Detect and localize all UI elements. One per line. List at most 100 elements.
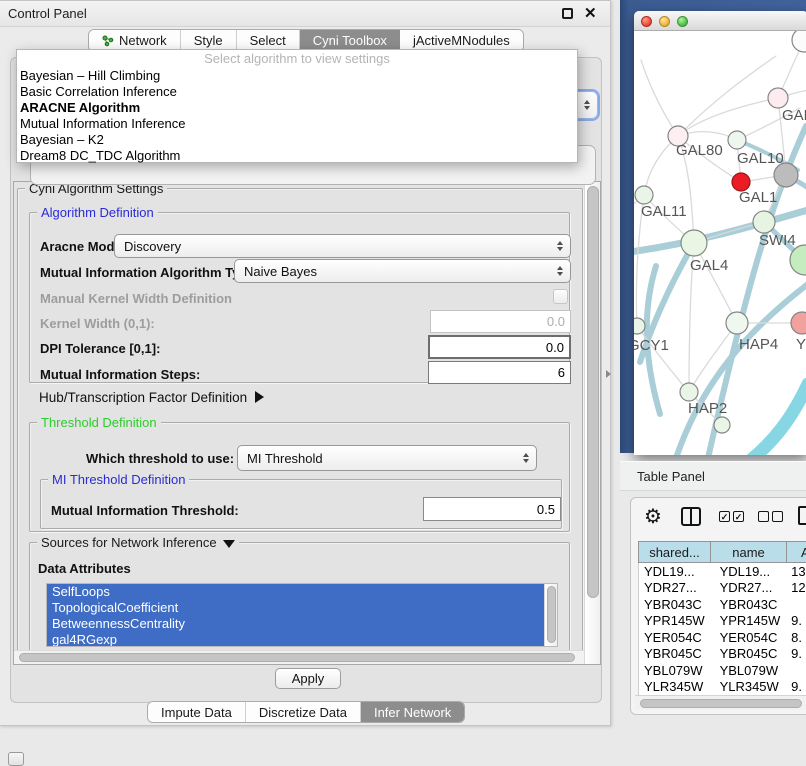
- attribute-item[interactable]: TopologicalCoefficient: [47, 600, 557, 616]
- network-node[interactable]: [634, 318, 645, 334]
- tab-jactivemnodules[interactable]: jActiveMNodules: [400, 30, 523, 51]
- close-traffic-light-icon[interactable]: [641, 16, 652, 27]
- data-attributes-list[interactable]: SelfLoopsTopologicalCoefficientBetweenne…: [46, 583, 558, 647]
- table-row[interactable]: YBR043CYBR043C: [639, 596, 806, 613]
- network-node[interactable]: [680, 383, 698, 401]
- kernel-width-field[interactable]: 0.0: [430, 310, 571, 333]
- minimize-traffic-light-icon[interactable]: [659, 16, 670, 27]
- aracne-mode-value: Discovery: [124, 239, 181, 254]
- algorithm-option[interactable]: Mutual Information Inference: [17, 116, 577, 132]
- document-icon[interactable]: [798, 506, 806, 525]
- network-node[interactable]: [726, 312, 748, 334]
- network-node[interactable]: [791, 312, 806, 334]
- scrollbar-thumb[interactable]: [547, 586, 556, 643]
- column-header-partial[interactable]: A: [787, 541, 806, 563]
- network-node[interactable]: [635, 186, 653, 204]
- zoom-traffic-light-icon[interactable]: [677, 16, 688, 27]
- table-row[interactable]: YLR345WYLR345W9.: [639, 679, 806, 696]
- tab-infer-network[interactable]: Infer Network: [361, 702, 464, 722]
- settings-vertical-scrollbar[interactable]: [584, 182, 600, 664]
- column-header-shared-name[interactable]: shared...: [638, 541, 711, 563]
- table-panel-title: Table Panel: [637, 462, 705, 492]
- tab-network[interactable]: Network: [89, 30, 181, 51]
- scrollbar-thumb[interactable]: [640, 699, 802, 708]
- manual-kernel-checkbox[interactable]: [553, 289, 568, 304]
- network-edge[interactable]: [641, 60, 678, 136]
- algorithm-option[interactable]: Basic Correlation Inference: [17, 84, 577, 100]
- network-node[interactable]: [753, 211, 775, 233]
- network-edge[interactable]: [694, 243, 737, 323]
- close-icon[interactable]: ✕: [584, 4, 597, 24]
- column-header-name[interactable]: name: [711, 541, 787, 563]
- table-cell: YBL079W: [715, 663, 787, 678]
- sources-toggle[interactable]: Sources for Network Inference: [37, 535, 239, 550]
- split-pane-collapse-icon[interactable]: [606, 370, 611, 378]
- combo-stepper-icon: [523, 453, 529, 463]
- unchecked-box-icon: [758, 511, 769, 522]
- network-node[interactable]: [728, 131, 746, 149]
- tab-label: Discretize Data: [259, 705, 347, 720]
- float-window-icon[interactable]: [562, 8, 573, 19]
- data-attributes-label: Data Attributes: [38, 561, 131, 576]
- tab-label: Cyni Toolbox: [313, 33, 387, 48]
- attributes-scrollbar[interactable]: [544, 584, 557, 646]
- which-threshold-combo[interactable]: MI Threshold: [237, 445, 537, 471]
- table-row[interactable]: YBR045CYBR045C9.: [639, 646, 806, 663]
- table-cell: YBR043C: [715, 597, 787, 612]
- select-all-checkboxes-icon[interactable]: ✓ ✓: [719, 511, 744, 522]
- hub-definition-toggle[interactable]: Hub/Transcription Factor Definition: [39, 390, 264, 405]
- dpi-tolerance-field[interactable]: 0.0: [428, 335, 571, 359]
- algorithm-option[interactable]: Dream8 DC_TDC Algorithm: [17, 148, 577, 164]
- tab-cyni-toolbox[interactable]: Cyni Toolbox: [300, 30, 400, 51]
- mi-algorithm-type-combo[interactable]: Naive Bayes: [234, 259, 571, 283]
- network-edge[interactable]: [678, 98, 778, 136]
- clipped-panel-icon[interactable]: [8, 752, 24, 766]
- scrollbar-thumb[interactable]: [587, 186, 599, 598]
- bottom-tabbar: Impute Data Discretize Data Infer Networ…: [147, 701, 465, 723]
- scrollbar-thumb[interactable]: [19, 653, 575, 662]
- table-row[interactable]: YBL079WYBL079W: [639, 662, 806, 679]
- table-row[interactable]: YDR27...YDR27...12: [639, 580, 806, 597]
- network-node-label: GAL80: [676, 142, 723, 159]
- network-node-label: Y: [796, 336, 806, 353]
- algorithm-option[interactable]: ARACNE Algorithm: [17, 100, 577, 116]
- network-node-label: HAP2: [688, 400, 727, 417]
- network-node[interactable]: [714, 417, 730, 433]
- mi-threshold-definition-group: MI Threshold Definition Mutual Informati…: [40, 479, 562, 529]
- table-row[interactable]: YPR145WYPR145W9.: [639, 613, 806, 630]
- tab-select[interactable]: Select: [237, 30, 300, 51]
- combo-stepper-icon: [557, 241, 563, 251]
- tab-style[interactable]: Style: [181, 30, 237, 51]
- network-node-label: GAL1: [739, 189, 777, 206]
- algorithm-option[interactable]: Bayesian – K2: [17, 132, 577, 148]
- table-row[interactable]: YDL19...YDL19...13: [639, 563, 806, 580]
- mi-threshold-field[interactable]: 0.5: [423, 497, 561, 521]
- network-graph[interactable]: GALGAL80GAL10GAL1GAL11SWI4GAL4GCY1HAP4YH…: [634, 31, 806, 455]
- settings-horizontal-scrollbar[interactable]: [14, 650, 584, 664]
- network-edge[interactable]: [678, 56, 776, 136]
- control-panel-title: Control Panel: [8, 1, 87, 27]
- table-horizontal-scrollbar[interactable]: [635, 695, 806, 710]
- network-node[interactable]: [792, 31, 806, 52]
- mi-steps-field[interactable]: 6: [428, 361, 571, 384]
- attribute-item[interactable]: SelfLoops: [47, 584, 557, 600]
- network-edge[interactable]: [637, 326, 689, 392]
- attribute-item[interactable]: BetweennessCentrality: [47, 616, 557, 632]
- tab-impute-data[interactable]: Impute Data: [148, 702, 246, 722]
- tab-discretize-data[interactable]: Discretize Data: [246, 702, 361, 722]
- network-node[interactable]: [768, 88, 788, 108]
- network-edge[interactable]: [746, 384, 806, 455]
- attribute-item[interactable]: gal4RGexp: [47, 632, 557, 647]
- unchecked-box-icon: [772, 511, 783, 522]
- algorithm-option[interactable]: Bayesian – Hill Climbing: [17, 68, 577, 84]
- table-cell: 13: [786, 564, 806, 579]
- split-columns-icon[interactable]: [681, 507, 701, 526]
- aracne-mode-combo[interactable]: Discovery: [114, 234, 571, 258]
- network-node[interactable]: [681, 230, 707, 256]
- gear-icon[interactable]: ⚙: [644, 506, 662, 528]
- deselect-all-checkboxes-icon[interactable]: [758, 511, 783, 522]
- table-row[interactable]: YER054CYER054C8.: [639, 629, 806, 646]
- table-cell: 9.: [786, 613, 806, 628]
- table-body[interactable]: YDL19...YDL19...13YDR27...YDR27...12YBR0…: [638, 563, 806, 696]
- apply-button[interactable]: Apply: [275, 668, 341, 689]
